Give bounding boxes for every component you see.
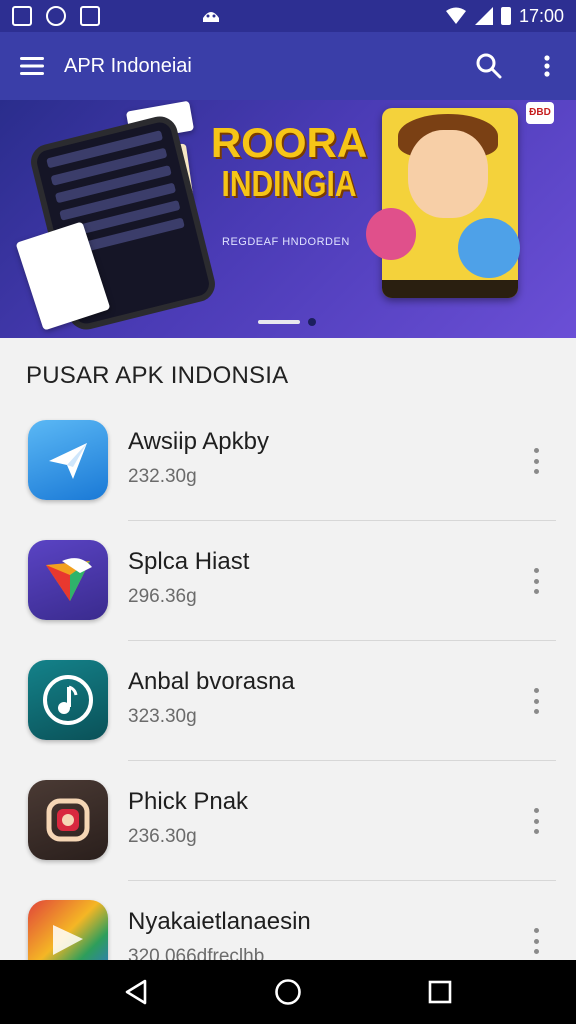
gallery-icon xyxy=(12,6,32,26)
status-icons: 17:00 xyxy=(445,6,564,27)
carousel-indicator xyxy=(258,318,316,326)
app-title: APR Indoneiai xyxy=(64,54,192,77)
app-name: Awsiip Apkby xyxy=(128,428,269,455)
section-title: PUSAR APK INDONSIA xyxy=(26,362,289,389)
back-icon xyxy=(125,979,147,1005)
app-size: 232.30g xyxy=(128,466,197,487)
carousel-dot[interactable] xyxy=(308,318,316,326)
banner-mascot-image xyxy=(458,218,520,278)
list-divider xyxy=(128,520,556,521)
menu-button[interactable] xyxy=(0,32,64,100)
promo-banner[interactable]: ROORA INDINGIA REGDEAF HNDORDEN ÐBD xyxy=(0,100,576,338)
android-icon xyxy=(203,12,219,22)
app-bar-actions xyxy=(460,32,576,100)
status-time: 17:00 xyxy=(518,5,564,26)
search-button[interactable] xyxy=(460,32,518,100)
more-vert-icon xyxy=(544,55,550,77)
home-icon xyxy=(275,979,301,1005)
app-store-icon xyxy=(80,6,100,26)
list-divider xyxy=(128,880,556,881)
app-more-button[interactable] xyxy=(522,924,550,958)
paper-plane-icon xyxy=(28,420,108,500)
back-button[interactable] xyxy=(106,960,166,1024)
banner-title-line2: INDINGIA xyxy=(221,164,357,205)
recents-icon xyxy=(428,980,452,1004)
app-bar: APR Indoneiai xyxy=(0,32,576,100)
overflow-menu-button[interactable] xyxy=(518,32,576,100)
list-item[interactable]: Anbal bvorasna 323.30g xyxy=(0,660,576,780)
colorful-arrow-icon xyxy=(28,540,108,620)
banner-subtitle: REGDEAF HNDORDEN xyxy=(222,236,350,248)
system-nav-bar xyxy=(0,960,576,1024)
app-more-button[interactable] xyxy=(522,564,550,598)
whatsapp-icon xyxy=(46,6,66,26)
app-name: Nyakaietlanaesin xyxy=(128,908,311,935)
app-more-button[interactable] xyxy=(522,684,550,718)
app-size: 236.30g xyxy=(128,826,197,847)
camera-icon xyxy=(28,780,108,860)
signal-icon xyxy=(474,7,493,25)
list-divider xyxy=(128,760,556,761)
banner-mascot-image xyxy=(366,208,416,260)
app-name: Anbal bvorasna xyxy=(128,668,295,695)
notification-icons xyxy=(12,6,100,26)
status-bar: 17:00 xyxy=(0,0,576,32)
app-name: Splca Hiast xyxy=(128,548,250,575)
app-size: 296.36g xyxy=(128,586,197,607)
banner-badge: ÐBD xyxy=(526,102,554,124)
banner-title: ROORA INDINGIA xyxy=(196,119,382,205)
banner-title-line1: ROORA xyxy=(210,119,368,166)
search-icon xyxy=(476,53,502,79)
home-button[interactable] xyxy=(258,960,318,1024)
app-list-section: PUSAR APK INDONSIA Awsiip Apkby 232.30g … xyxy=(0,338,576,980)
app-name: Phick Pnak xyxy=(128,788,249,815)
list-divider xyxy=(128,640,556,641)
app-more-button[interactable] xyxy=(522,444,550,478)
character-face-image xyxy=(408,130,488,218)
app-size: 323.30g xyxy=(128,706,197,727)
carousel-dot-active[interactable] xyxy=(258,320,300,324)
wifi-icon xyxy=(445,7,466,24)
music-note-icon xyxy=(28,660,108,740)
poster-strip xyxy=(382,280,518,298)
list-item[interactable]: Phick Pnak 236.30g xyxy=(0,780,576,900)
menu-icon xyxy=(20,57,44,75)
recents-button[interactable] xyxy=(410,960,470,1024)
app-more-button[interactable] xyxy=(522,804,550,838)
list-item[interactable]: Splca Hiast 296.36g xyxy=(0,540,576,660)
battery-icon xyxy=(500,7,511,25)
list-item[interactable]: Awsiip Apkby 232.30g xyxy=(0,420,576,540)
